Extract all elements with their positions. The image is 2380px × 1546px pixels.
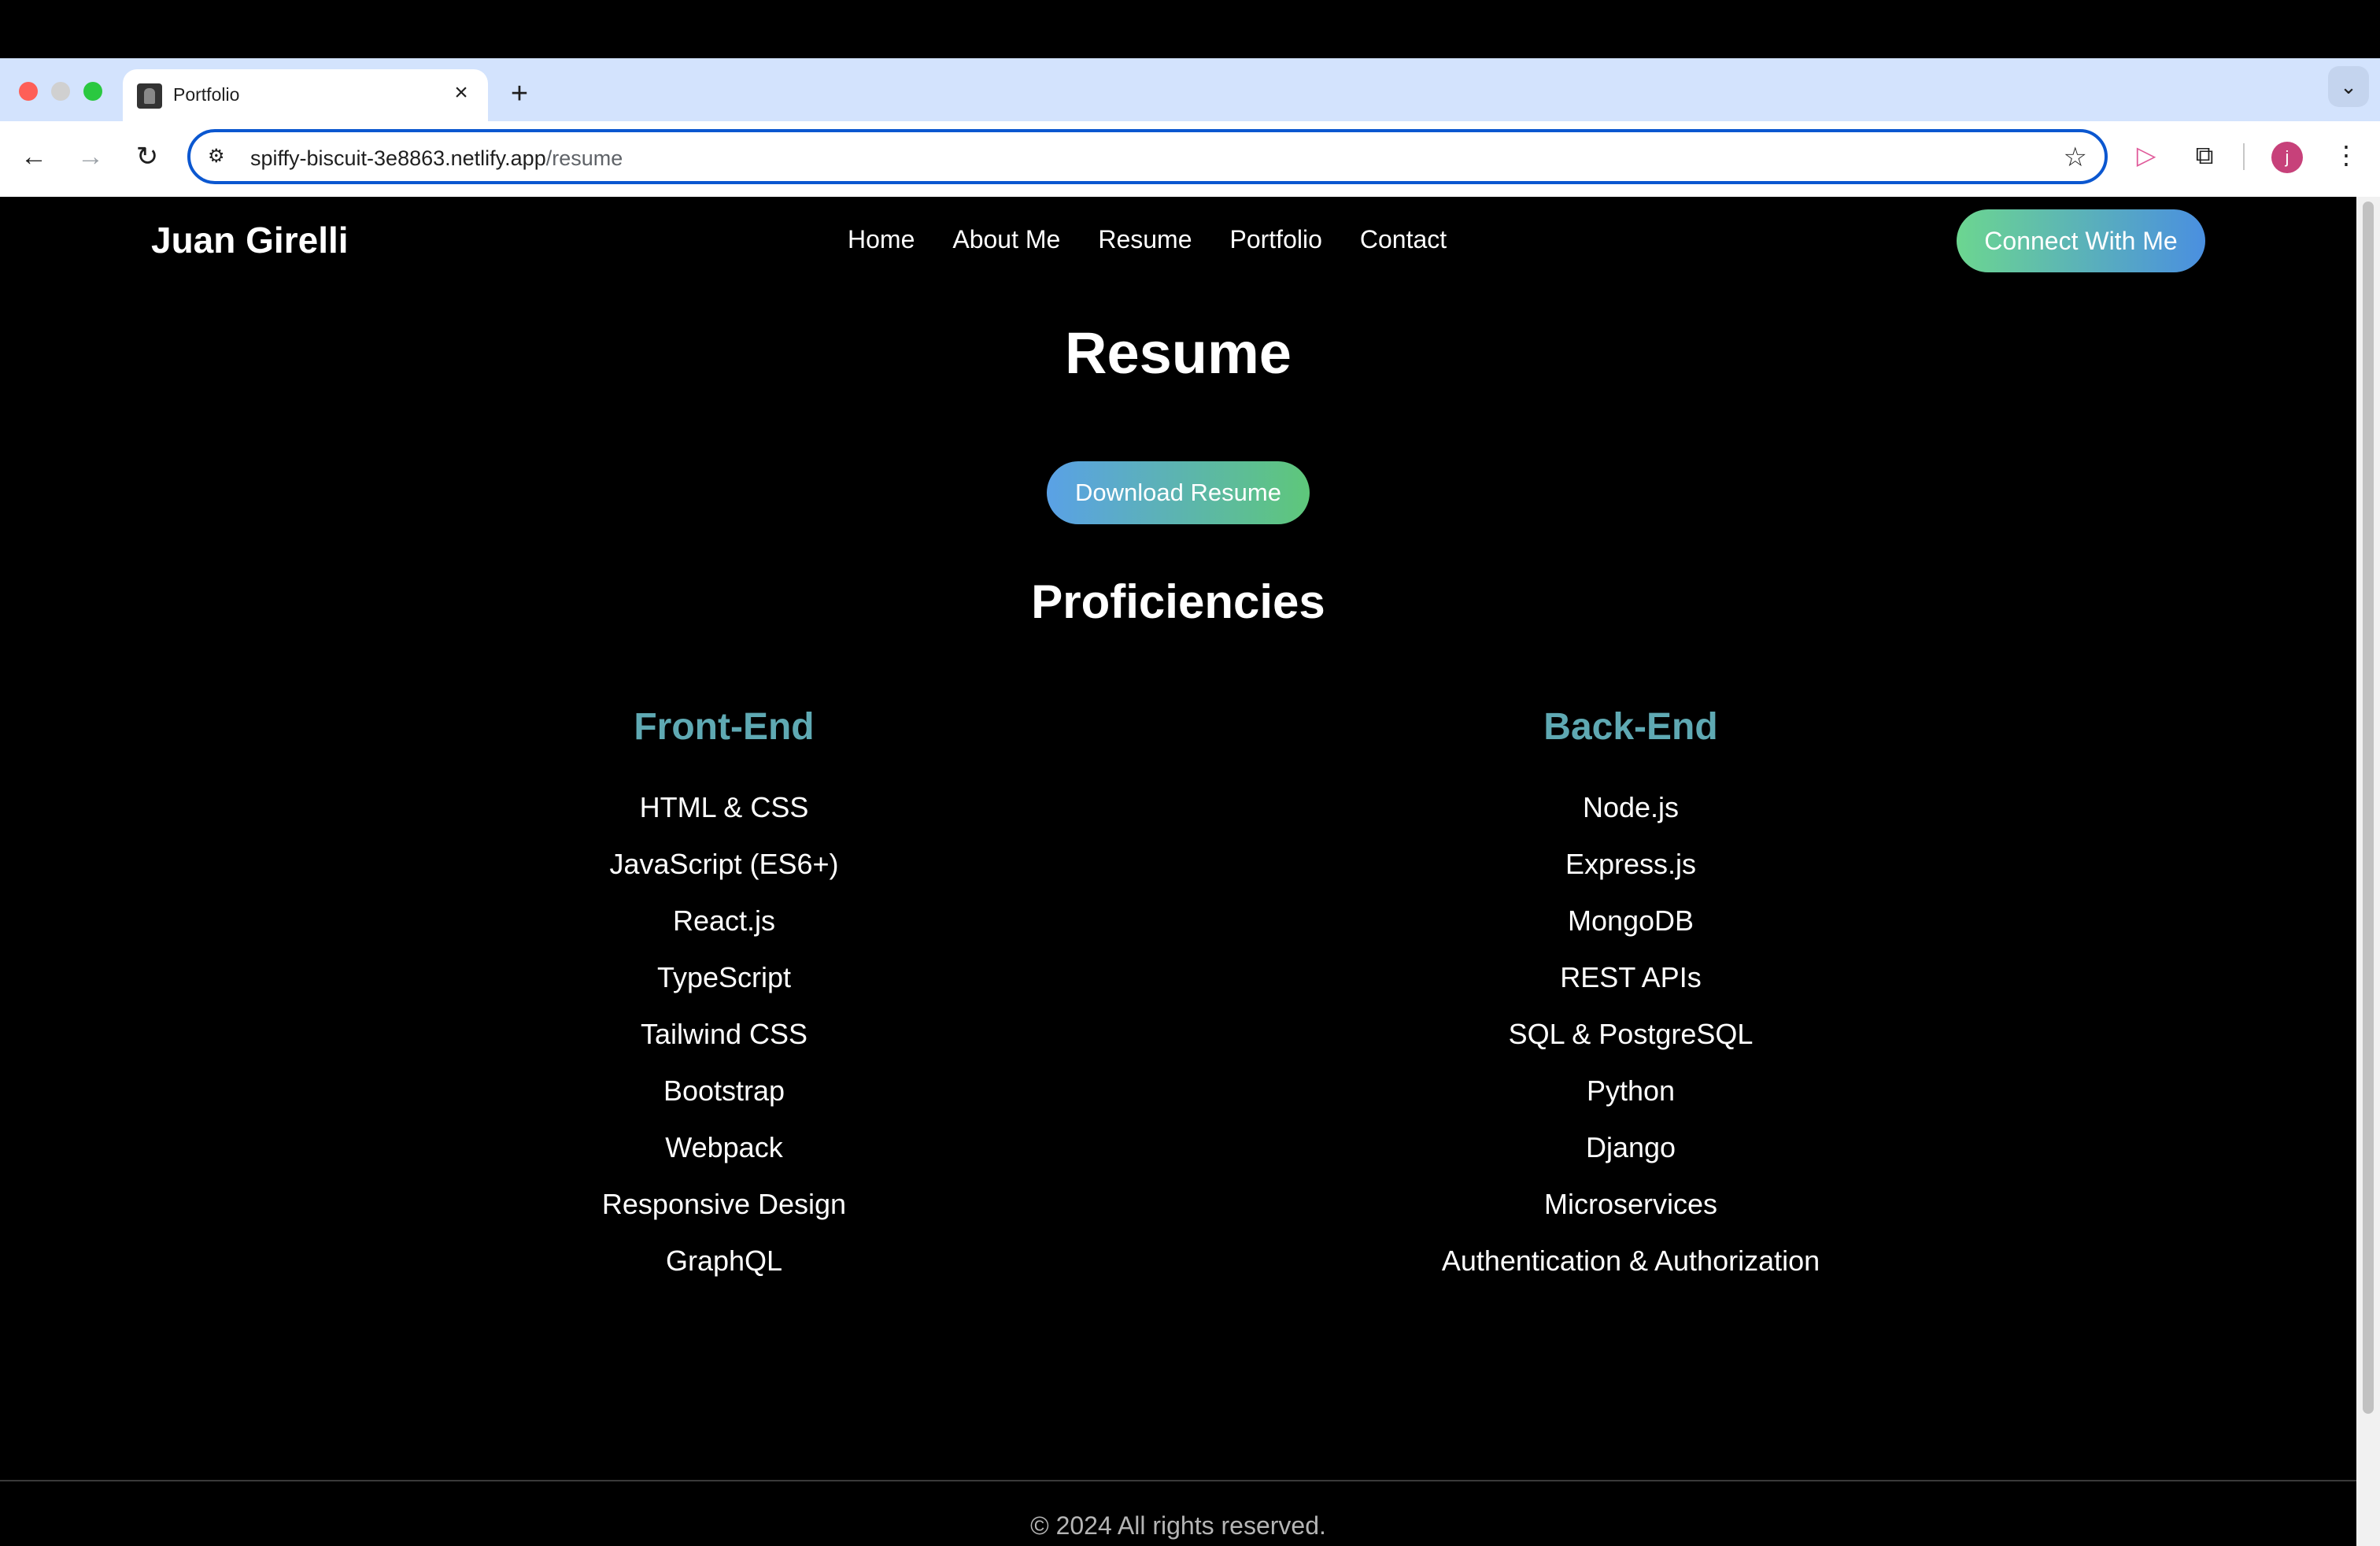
list-item: REST APIs [1560,961,1702,993]
extension-icon[interactable]: ▷ [2128,137,2164,173]
url-host: spiffy-biscuit-3e8863.netlify.app [250,146,546,170]
list-item: Webpack [665,1131,783,1163]
back-end-heading: Back-End [1543,706,1718,748]
nav-contact[interactable]: Contact [1360,225,1447,254]
page-scrollbar[interactable] [2356,197,2380,1546]
back-end-list: Node.js Express.js MongoDB REST APIs SQL… [1277,791,1985,1301]
connect-with-me-button[interactable]: Connect With Me [1957,209,2205,272]
close-icon[interactable]: × [449,80,474,105]
front-end-list: HTML & CSS JavaScript (ES6+) React.js Ty… [370,791,1078,1301]
minimize-window-button[interactable] [51,82,70,101]
list-item: Express.js [1565,848,1697,880]
nav-about-me[interactable]: About Me [952,225,1060,254]
address-bar[interactable]: ⚙ spiffy-biscuit-3e8863.netlify.app/resu… [187,129,2108,184]
front-end-column: Front-End HTML & CSS JavaScript (ES6+) R… [370,705,1078,1301]
more-menu-icon[interactable]: ⋮ [2328,137,2364,173]
list-item: MongoDB [1567,904,1694,937]
back-end-column: Back-End Node.js Express.js MongoDB REST… [1277,705,1985,1301]
nav-portfolio[interactable]: Portfolio [1229,225,1321,254]
list-item: Node.js [1582,791,1680,823]
bookmark-star-icon[interactable]: ☆ [2064,142,2087,173]
list-item: Tailwind CSS [640,1018,808,1050]
tab-strip: Portfolio × + ⌄ [0,58,2380,121]
page-content: Juan Girelli Home About Me Resume Portfo… [0,197,2356,1546]
page-title: Resume [1065,320,1292,386]
main-nav: Home About Me Resume Portfolio Contact [848,225,1447,254]
chevron-down-icon[interactable]: ⌄ [2328,66,2369,107]
nav-home[interactable]: Home [848,225,915,254]
close-window-button[interactable] [19,82,38,101]
front-end-heading: Front-End [634,706,815,748]
list-item: SQL & PostgreSQL [1508,1018,1754,1050]
back-arrow-icon[interactable]: ← [16,139,52,175]
forward-arrow-icon[interactable]: → [72,139,109,175]
site-info-icon[interactable]: ⚙ [208,145,231,168]
list-item: Authentication & Authorization [1441,1245,1820,1277]
puzzle-extensions-icon[interactable]: ⧉ [2186,137,2223,173]
download-resume-button[interactable]: Download Resume [1047,461,1310,524]
browser-chrome: Portfolio × + ⌄ ← → ↻ ⚙ spiffy-biscuit-3… [0,58,2380,197]
footer-copyright: © 2024 All rights reserved. [1030,1511,1326,1540]
nav-resume[interactable]: Resume [1098,225,1192,254]
maximize-window-button[interactable] [83,82,102,101]
new-tab-button[interactable]: + [504,79,535,110]
url-text[interactable]: spiffy-biscuit-3e8863.netlify.app/resume [250,146,623,171]
tab-title: Portfolio [173,84,240,105]
list-item: Python [1586,1074,1676,1107]
list-item: Bootstrap [663,1074,785,1107]
profile-avatar[interactable]: j [2271,142,2303,173]
brand-logo[interactable]: Juan Girelli [151,219,349,261]
tab-portfolio[interactable]: Portfolio × [123,69,488,121]
toolbar-divider [2243,143,2245,170]
list-item: GraphQL [665,1245,783,1277]
footer-divider [0,1480,2356,1481]
list-item: JavaScript (ES6+) [609,848,839,880]
list-item: TypeScript [656,961,792,993]
list-item: HTML & CSS [639,791,809,823]
reload-icon[interactable]: ↻ [129,139,165,175]
list-item: Django [1585,1131,1676,1163]
url-path: /resume [545,146,623,170]
list-item: React.js [672,904,776,937]
proficiencies-heading: Proficiencies [1031,575,1325,628]
macos-menu-area [0,0,2380,58]
favicon-icon [137,83,162,109]
scrollbar-thumb[interactable] [2363,202,2374,1414]
list-item: Microservices [1543,1188,1718,1220]
browser-toolbar: ← → ↻ ⚙ spiffy-biscuit-3e8863.netlify.ap… [0,121,2380,197]
list-item: Responsive Design [601,1188,847,1220]
